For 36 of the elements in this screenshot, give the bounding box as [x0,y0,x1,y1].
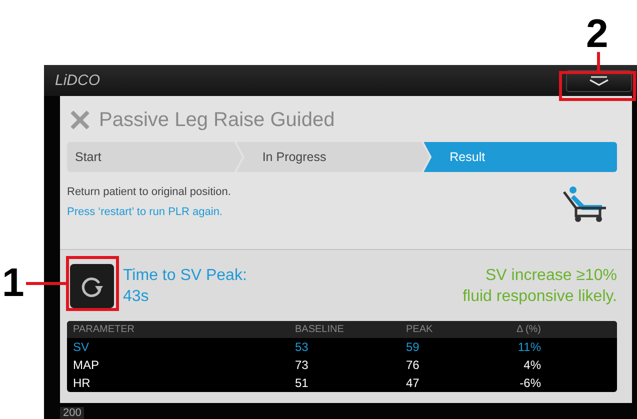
table-cell-text: 59 [406,340,420,354]
dialog-title: Passive Leg Raise Guided [99,108,335,132]
table-cell-text: SV [73,340,90,354]
callout-number: 2 [586,14,608,54]
chevron-down-icon [588,74,610,86]
brand-logo: LiDCO [55,72,100,89]
callout-line [26,282,66,285]
time-value: 43s [123,286,150,306]
highlight-frame [66,256,119,311]
column-header: PARAMETER [73,324,136,335]
table-cell-text: 73 [295,358,310,372]
table-cell-text: 4% [522,358,541,372]
progress-step: Start [67,142,242,172]
patient-bed-icon [562,186,608,224]
table-cell-text: HR [73,376,92,390]
progress-step: In Progress [236,142,430,172]
column-header: PEAK [406,324,434,335]
table-cell-text: 76 [406,358,420,372]
instruction-text: Return patient to original position. [67,186,231,198]
result-text: fluid responsive likely. [462,286,617,306]
result-text: SV increase ≥10% [485,266,617,286]
status-value: 200 [60,407,84,419]
table-cell-text: 47 [406,376,420,390]
time-label: Time to SV Peak: [123,266,248,286]
callout-line [597,52,600,71]
hint-text: Press ‘restart’ to run PLR again. [67,206,224,218]
progress-step: Result [424,142,617,172]
table-cell-text: 51 [295,376,310,390]
callout-number: 1 [2,263,24,303]
column-header: BASELINE [295,324,345,335]
table-cell-text: 11% [516,340,541,354]
table-cell-text: 53 [295,340,310,354]
column-header: Δ (%) [516,324,541,335]
table-cell-text: -6% [518,376,541,390]
restart-button[interactable] [70,264,114,308]
table-cell-text: MAP [73,358,100,372]
